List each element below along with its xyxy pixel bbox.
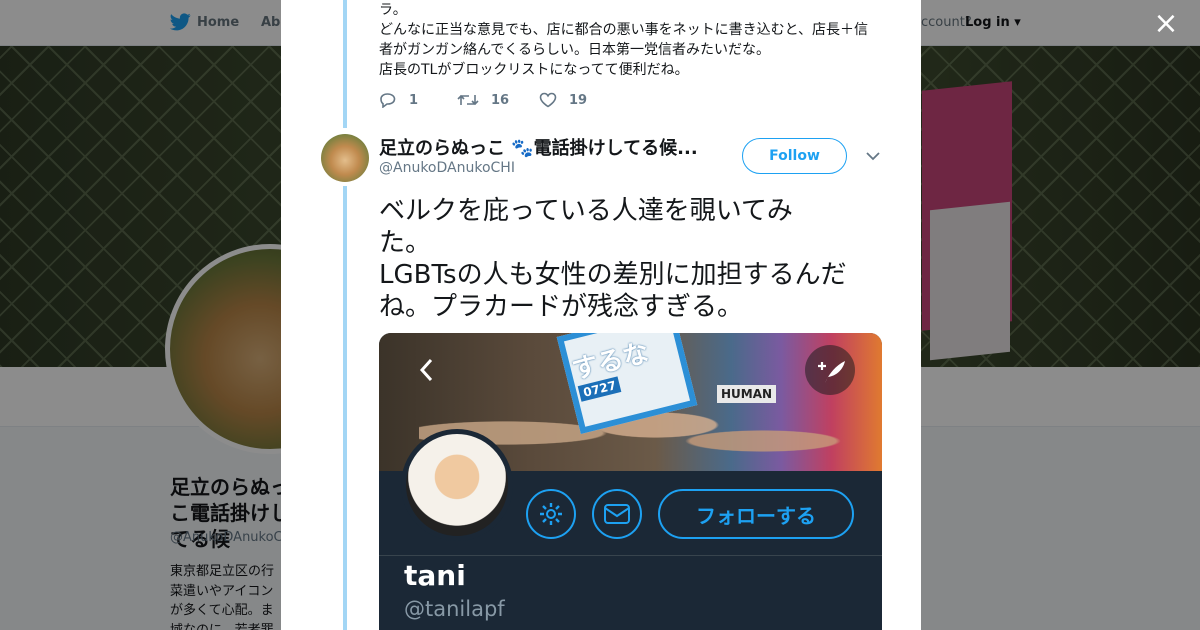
- follow-jp-button[interactable]: フォローする: [658, 489, 854, 539]
- retweet-count: 16: [491, 92, 510, 108]
- compose-tweet-icon[interactable]: [805, 345, 855, 395]
- follow-button[interactable]: Follow: [742, 138, 847, 174]
- back-arrow-icon[interactable]: [411, 353, 445, 387]
- tweet-line: た。: [379, 228, 432, 258]
- reply-button[interactable]: 1: [379, 92, 418, 108]
- reply-count: 1: [409, 92, 419, 108]
- settings-gear-icon[interactable]: [526, 489, 576, 539]
- retweet-icon: [457, 94, 479, 106]
- message-envelope-icon[interactable]: [592, 489, 642, 539]
- retweet-button[interactable]: 16: [457, 92, 509, 108]
- tani-handle: @tanilapf: [404, 597, 505, 621]
- thread-line: [343, 0, 347, 128]
- chevron-down-icon[interactable]: [865, 150, 881, 162]
- tani-name: tani: [404, 559, 466, 592]
- feather-icon: [818, 361, 845, 383]
- prev-tweet-line: 店長のTLがブロックリストになってて便利だね。: [379, 62, 689, 78]
- prev-tweet-line: 者がガンガン絡んでくるらしい。日本第一党信者みたいだな。: [379, 42, 771, 58]
- author-avatar[interactable]: [321, 134, 369, 182]
- like-button[interactable]: 19: [539, 92, 587, 108]
- tweet-line: ベルクを庇っている人達を覗いてみ: [379, 196, 793, 226]
- reply-icon: [380, 93, 396, 108]
- human-sign: HUMAN: [717, 385, 777, 403]
- previous-tweet-text: ラ。 どんなに正当な意見でも、店に都合の悪い事をネットに書き込むと、店長＋信 者…: [379, 0, 879, 80]
- panel-divider: [379, 555, 882, 556]
- prev-tweet-line: ラ。: [379, 2, 407, 18]
- tweet-line: LGBTsの人も女性の差別に加担するんだ: [379, 260, 847, 290]
- prev-tweet-line: どんなに正当な意見でも、店に都合の悪い事をネットに書き込むと、店長＋信: [379, 22, 869, 38]
- like-count: 19: [569, 92, 588, 108]
- screenshot-profile-panel: フォローする tani @tanilapf: [379, 429, 882, 630]
- tweet-modal: ラ。 どんなに正当な意見でも、店に都合の悪い事をネットに書き込むと、店長＋信 者…: [281, 0, 921, 630]
- author-name[interactable]: 足立のらぬっこ 🐾電話掛けしてる候...: [379, 134, 709, 160]
- thread-line: [343, 186, 347, 630]
- tweet-media-image[interactable]: するな 0727 HUMAN フォローする tani @tanilapf: [379, 333, 882, 630]
- heart-icon: [539, 92, 557, 108]
- tani-avatar: [401, 429, 513, 541]
- tweet-line: ね。プラカードが残念すぎる。: [379, 292, 744, 322]
- close-icon[interactable]: ×: [1152, 9, 1180, 39]
- author-handle[interactable]: @AnukoDAnukoCHI: [379, 160, 515, 176]
- tweet-text: ベルクを庇っている人達を覗いてみ た。 LGBTsの人も女性の差別に加担するんだ…: [379, 195, 889, 323]
